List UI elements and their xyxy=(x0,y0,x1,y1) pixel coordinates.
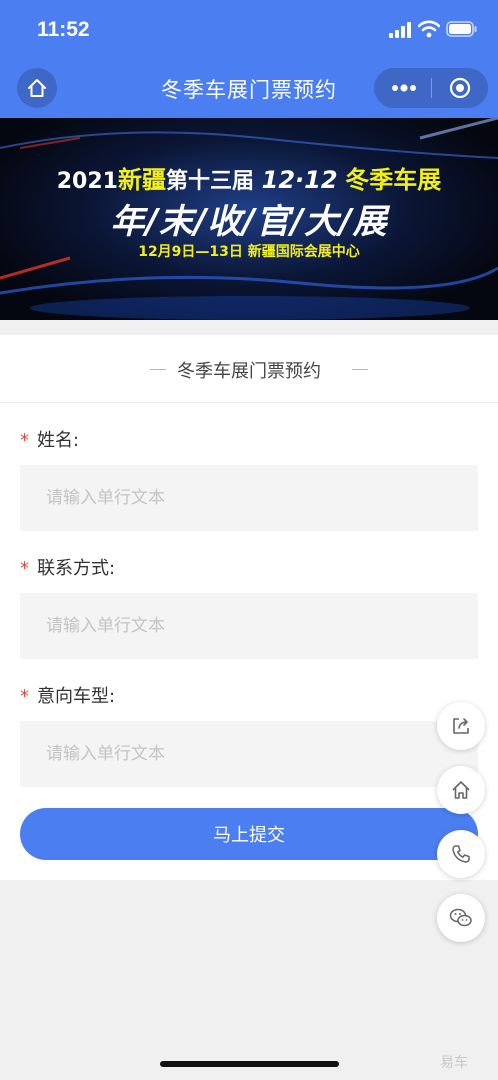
banner-headline: 2021新疆第十三届 12·12 冬季车展 xyxy=(0,160,498,195)
contact-label-text: 联系方式: xyxy=(37,558,116,579)
contact-field-label: * 联系方式: xyxy=(20,554,115,580)
name-field-label: * 姓名: xyxy=(20,426,79,452)
battery-icon xyxy=(446,21,477,37)
submit-button[interactable]: 马上提交 xyxy=(20,808,478,860)
watermark: 易车 xyxy=(440,1055,468,1071)
wifi-icon xyxy=(418,20,440,38)
title-dash-right xyxy=(352,369,368,370)
more-icon[interactable] xyxy=(390,80,418,96)
name-label-text: 姓名: xyxy=(37,430,80,451)
capsule-divider xyxy=(431,78,432,98)
mini-program-capsule xyxy=(374,68,488,108)
float-home-button[interactable] xyxy=(437,766,485,814)
banner-date-venue: 12月9日—13日 新疆国际会展中心 xyxy=(138,244,360,260)
banner-slogan: 年/末/收/官/大/展 xyxy=(110,202,388,242)
required-mark: * xyxy=(20,686,29,707)
contact-input[interactable] xyxy=(20,593,478,659)
wechat-icon xyxy=(449,908,472,927)
status-time: 11:52 xyxy=(37,18,90,41)
banner-region: 新疆 xyxy=(117,166,166,194)
name-input[interactable] xyxy=(20,465,478,531)
status-bar: 11:52 xyxy=(0,0,498,60)
home-icon xyxy=(452,781,470,799)
banner-edition: 第十三届 xyxy=(165,169,254,194)
banner-event-name: 冬季车展 xyxy=(345,166,442,194)
booking-form-card: 冬季车展门票预约 * 姓名: * 联系方式: * 意向车型: 马上提交 xyxy=(0,335,498,880)
close-miniprogram-icon[interactable] xyxy=(449,77,471,99)
form-title-row: 冬季车展门票预约 xyxy=(0,335,498,403)
home-indicator xyxy=(160,1061,339,1067)
car-model-input[interactable] xyxy=(20,721,478,787)
event-banner: 2021新疆第十三届 12·12 冬季车展 年/末/收/官/大/展 12月9日—… xyxy=(0,118,498,320)
required-mark: * xyxy=(20,430,29,451)
car-model-field-label: * 意向车型: xyxy=(20,682,115,708)
car-model-label-text: 意向车型: xyxy=(37,686,116,707)
share-button[interactable] xyxy=(437,702,485,750)
banner-date-mark: 12·12 xyxy=(261,166,338,194)
wechat-button[interactable] xyxy=(437,894,485,942)
form-title: 冬季车展门票预约 xyxy=(177,361,321,382)
phone-icon xyxy=(452,845,470,863)
signal-icon xyxy=(389,22,411,38)
call-button[interactable] xyxy=(437,830,485,878)
share-icon xyxy=(453,718,469,734)
navigation-bar: 冬季车展门票预约 xyxy=(0,60,498,118)
required-mark: * xyxy=(20,558,29,579)
banner-year: 2021 xyxy=(56,169,118,194)
